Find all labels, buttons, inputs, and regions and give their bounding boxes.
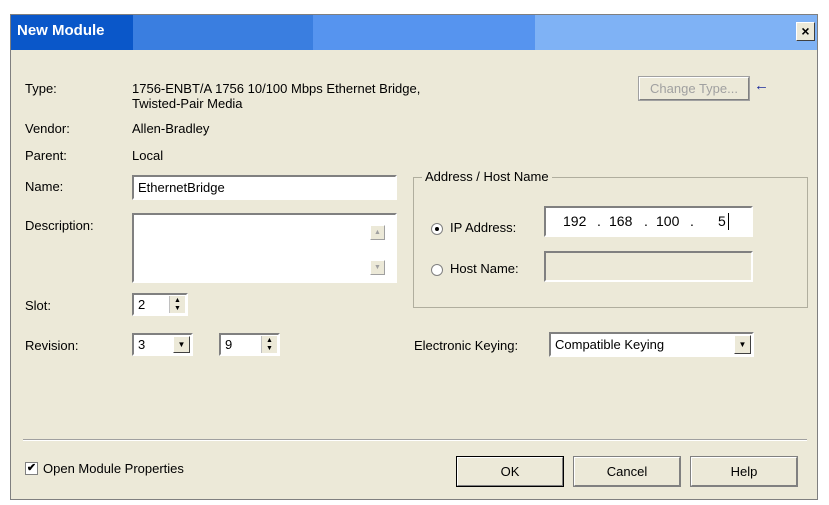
ip-address-label: IP Address: — [450, 220, 517, 235]
spin-up-icon[interactable]: ▲ — [170, 296, 185, 305]
ip-octet-3: 100 — [656, 213, 680, 229]
ok-button[interactable]: OK — [456, 456, 564, 487]
electronic-keying-select[interactable]: Compatible Keying ▼ — [549, 332, 754, 357]
parent-label: Parent: — [25, 148, 67, 163]
footer-divider — [23, 439, 807, 441]
electronic-keying-label: Electronic Keying: — [414, 338, 519, 353]
text-cursor — [728, 213, 729, 230]
ip-dot: . — [597, 213, 601, 229]
help-button[interactable]: Help — [690, 456, 798, 487]
slot-spin[interactable]: ▲ ▼ — [169, 296, 185, 313]
scroll-up-icon[interactable]: ▲ — [370, 225, 385, 240]
ip-address-radio[interactable] — [431, 223, 443, 235]
revision-major-select[interactable]: 3 ▼ — [132, 333, 193, 356]
help-label: Help — [730, 464, 758, 479]
radio-dot — [435, 227, 439, 231]
revision-label: Revision: — [25, 338, 79, 353]
type-value-line1: 1756-ENBT/A 1756 10/100 Mbps Ethernet Br… — [132, 81, 421, 96]
name-field[interactable]: EthernetBridge — [132, 175, 397, 200]
ip-dot: . — [690, 213, 694, 229]
checkmark-icon: ✔ — [26, 462, 37, 474]
vendor-value: Allen-Bradley — [132, 121, 210, 136]
open-properties-label: Open Module Properties — [43, 461, 184, 476]
title-bar-segment — [313, 15, 535, 50]
chevron-down-icon[interactable]: ▼ — [173, 336, 190, 353]
cancel-button-face: Cancel — [574, 457, 680, 486]
title-bar-segment — [133, 15, 313, 50]
help-button-face: Help — [691, 457, 797, 486]
new-module-dialog: New Module × Type: 1756-ENBT/A 1756 10/1… — [10, 14, 818, 500]
ip-dot: . — [644, 213, 648, 229]
name-label: Name: — [25, 179, 64, 194]
host-name-field[interactable] — [544, 251, 753, 282]
ok-button-face: OK — [457, 457, 563, 486]
parent-value: Local — [132, 148, 164, 163]
scroll-down-icon[interactable]: ▼ — [370, 260, 385, 275]
slot-stepper[interactable]: 2 ▲ ▼ — [132, 293, 188, 316]
open-properties-checkbox[interactable]: ✔ — [25, 462, 38, 475]
title-bar[interactable] — [11, 15, 817, 50]
host-name-radio[interactable] — [431, 264, 443, 276]
revision-major-value: 3 — [138, 337, 146, 352]
name-value: EthernetBridge — [138, 180, 225, 195]
cancel-label: Cancel — [606, 464, 648, 479]
arrow-left-icon: ← — [754, 77, 769, 94]
address-groupbox — [413, 177, 808, 308]
close-icon: × — [801, 23, 810, 39]
spin-down-icon[interactable]: ▼ — [262, 345, 277, 354]
description-label: Description: — [25, 218, 94, 233]
electronic-keying-value: Compatible Keying — [555, 337, 665, 352]
spin-down-icon[interactable]: ▼ — [170, 305, 185, 314]
ip-octet-1: 192 — [563, 213, 587, 229]
slot-label: Slot: — [25, 298, 52, 313]
description-field[interactable]: ▲ ▼ — [132, 213, 397, 283]
revision-minor-stepper[interactable]: 9 ▲ ▼ — [219, 333, 280, 356]
ip-octet-4: 5 — [718, 213, 726, 229]
type-label: Type: — [25, 81, 57, 96]
cancel-button[interactable]: Cancel — [573, 456, 681, 487]
revision-minor-spin[interactable]: ▲ ▼ — [261, 336, 277, 353]
change-type-button-face: Change Type... — [639, 77, 749, 100]
ip-octet-2: 168 — [609, 213, 633, 229]
slot-value: 2 — [138, 297, 146, 312]
vendor-label: Vendor: — [25, 121, 70, 136]
window-title: New Module — [17, 22, 105, 39]
ok-label: OK — [500, 464, 520, 479]
spin-up-icon[interactable]: ▲ — [262, 336, 277, 345]
type-value-line2: Twisted-Pair Media — [132, 96, 243, 111]
address-group-title: Address / Host Name — [422, 169, 552, 184]
title-bar-segment — [535, 15, 817, 50]
change-type-label: Change Type... — [650, 81, 738, 96]
change-type-button[interactable]: Change Type... — [638, 76, 750, 101]
close-button[interactable]: × — [796, 22, 815, 41]
revision-minor-value: 9 — [225, 337, 233, 352]
chevron-down-icon[interactable]: ▼ — [734, 335, 751, 354]
ip-address-field[interactable]: 192 . 168 . 100 . 5 — [544, 206, 753, 237]
host-name-label: Host Name: — [450, 261, 519, 276]
